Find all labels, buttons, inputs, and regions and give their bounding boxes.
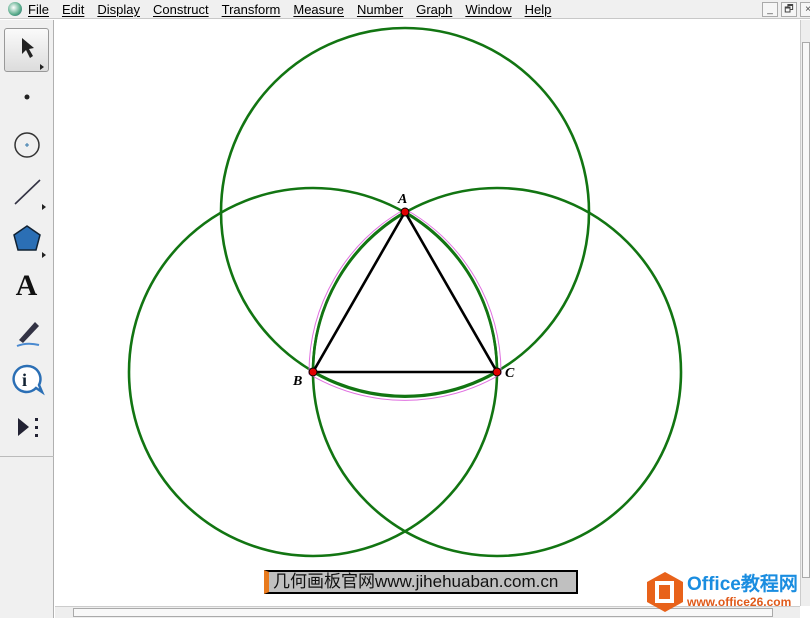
- restore-button[interactable]: 🗗: [781, 2, 797, 17]
- segment-icon: [13, 179, 46, 210]
- triangle-abc[interactable]: [310, 209, 500, 374]
- office-logo-icon: [647, 572, 683, 612]
- arrow-icon: [21, 38, 44, 70]
- polygon-icon: [12, 225, 46, 258]
- watermark-logo: Office教程网 www.office26.com: [645, 570, 798, 614]
- point-b[interactable]: [308, 367, 318, 377]
- menu-edit[interactable]: Edit: [62, 2, 84, 17]
- menu-help[interactable]: Help: [525, 2, 552, 17]
- information-tool[interactable]: i: [4, 356, 49, 400]
- menu-number[interactable]: Number: [357, 2, 403, 17]
- vertical-scroll-thumb[interactable]: [802, 42, 810, 578]
- vertical-scrollbar[interactable]: [800, 20, 810, 606]
- watermark-title: Office教程网: [687, 574, 798, 595]
- menu-measure[interactable]: Measure: [293, 2, 344, 17]
- menu-transform[interactable]: Transform: [222, 2, 281, 17]
- menu-display[interactable]: Display: [97, 2, 140, 17]
- close-button[interactable]: ×: [800, 2, 810, 17]
- website-caption: 几何画板官网www.jihehuaban.com.cn: [264, 570, 578, 594]
- info-glyph: i: [22, 370, 27, 390]
- marker-tool[interactable]: [4, 310, 49, 354]
- label-a[interactable]: A: [397, 192, 407, 207]
- toolbox-divider: [0, 456, 54, 457]
- point-tool[interactable]: [4, 74, 49, 118]
- menu-window[interactable]: Window: [465, 2, 511, 17]
- menu-bar: File Edit Display Construct Transform Me…: [0, 0, 810, 19]
- arrow-tool[interactable]: [4, 28, 49, 72]
- info-icon: i: [11, 364, 45, 396]
- toolbox: A i: [0, 20, 54, 618]
- point-c[interactable]: [492, 367, 502, 377]
- custom-tool-icon: [17, 418, 38, 437]
- text-icon: A: [15, 269, 38, 302]
- point-a[interactable]: [400, 207, 410, 217]
- app-icon[interactable]: [8, 2, 22, 16]
- text-tool[interactable]: A: [4, 264, 49, 308]
- label-b[interactable]: B: [292, 374, 302, 389]
- marker-icon: [16, 322, 39, 347]
- reuleaux-arcs[interactable]: [311, 210, 499, 398]
- watermark-url: www.office26.com: [687, 595, 792, 609]
- point-icon: [24, 94, 29, 100]
- menu-graph[interactable]: Graph: [416, 2, 452, 17]
- minimize-button[interactable]: _: [762, 2, 778, 17]
- compass-tool[interactable]: [4, 122, 49, 166]
- custom-tool[interactable]: [4, 404, 49, 448]
- label-c[interactable]: C: [505, 366, 515, 381]
- menu-file[interactable]: File: [28, 2, 49, 17]
- sketch-canvas[interactable]: A B C: [55, 20, 800, 606]
- straightedge-tool[interactable]: [4, 168, 49, 212]
- menu-construct[interactable]: Construct: [153, 2, 209, 17]
- compass-icon: [13, 132, 40, 158]
- polygon-tool[interactable]: [4, 216, 49, 260]
